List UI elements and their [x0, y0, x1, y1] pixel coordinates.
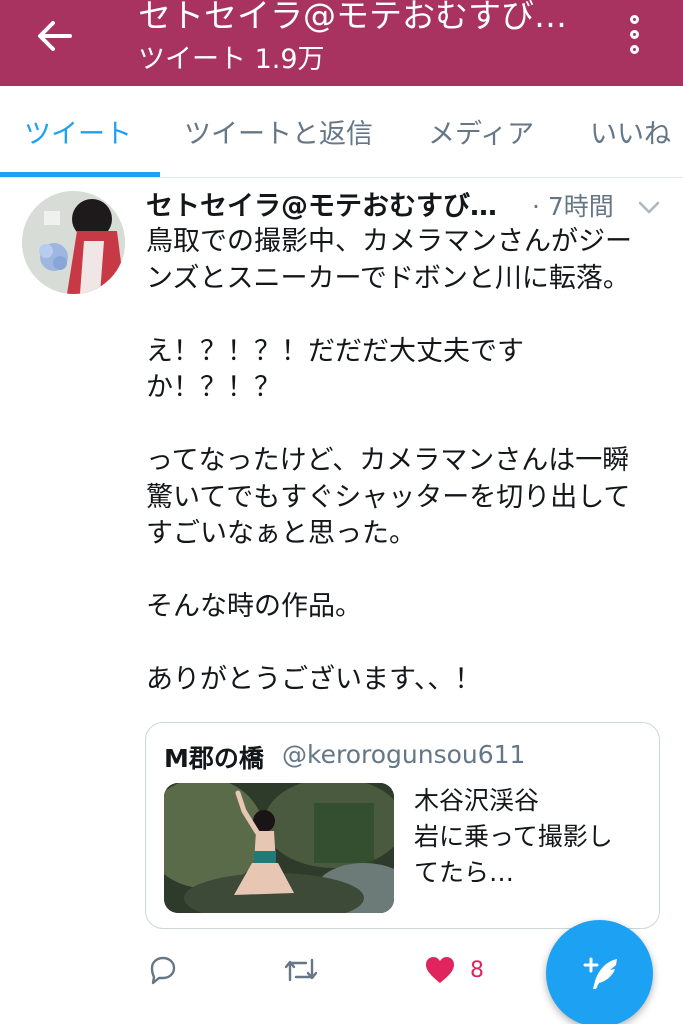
like-button[interactable]: 8 [424, 952, 484, 988]
active-tab-indicator [0, 172, 160, 177]
tab-tweets[interactable]: ツイート [24, 112, 132, 151]
profile-tabs: ツイート ツイートと返信 メディア いいね [0, 86, 683, 178]
tweet-text-line: ってなったけど、カメラマンさんは一瞬 [146, 445, 630, 476]
chevron-down-icon[interactable] [636, 196, 662, 218]
quoted-text-line: てたら… [414, 858, 515, 887]
like-count: 8 [470, 957, 484, 983]
tab-media[interactable]: メディア [428, 112, 534, 151]
profile-title: セトセイラ@モテおむすび… [138, 0, 567, 35]
quoted-author-name: M郡の橋 [164, 744, 264, 773]
overflow-menu-button[interactable] [619, 10, 649, 58]
tweet-text-line [146, 626, 666, 663]
tweet-text-line: そんな時の作品。 [146, 591, 362, 622]
back-button[interactable] [30, 14, 78, 58]
heart-icon [426, 957, 454, 983]
compose-tweet-icon [583, 957, 617, 989]
tab-likes[interactable]: いいね [590, 112, 671, 151]
tweet-text: 鳥取での撮影中、カメラマンさんがジー ンズとスニーカーでドボンと川に転落。 え！… [146, 224, 666, 699]
tweet-count: ツイート 1.9万 [138, 44, 325, 75]
tweet-text-line: か！？！？ [146, 372, 281, 403]
retweet-icon [284, 958, 318, 982]
avatar-photo [22, 191, 125, 294]
overflow-menu-icon [629, 29, 639, 39]
tweet-text-line [146, 553, 666, 590]
tweet-text-line [146, 407, 666, 444]
app-bar: セトセイラ@モテおむすび… ツイート 1.9万 [0, 0, 683, 86]
avatar[interactable] [22, 191, 125, 294]
quoted-media-thumbnail[interactable] [164, 783, 394, 913]
back-arrow-icon [38, 21, 72, 51]
tweet-author-name[interactable]: セトセイラ@モテおむすび… [146, 188, 516, 226]
tab-tweets-and-replies[interactable]: ツイートと返信 [184, 112, 373, 151]
overflow-menu-icon [629, 44, 639, 54]
tweet-timestamp: · 7時間 [532, 192, 614, 221]
tweet-text-line: ンズとスニーカーでドボンと川に転落。 [146, 262, 630, 294]
quoted-text-line: 木谷沢渓谷 [414, 786, 540, 815]
compose-tweet-button[interactable] [546, 920, 653, 1024]
overflow-menu-icon [629, 14, 639, 24]
retweet-button[interactable] [282, 952, 320, 988]
tweet-text-line: ありがとうございます、、！ [146, 664, 482, 695]
tweet-text-line: すごいなぁと思った。 [146, 518, 416, 549]
tweet-text-line: 鳥取での撮影中、カメラマンさんがジー [146, 226, 632, 257]
tweet-text-line: 驚いてでもすぐシャッターを切り出して [146, 481, 631, 513]
quoted-tweet-card[interactable]: M郡の橋 @kerorogunsou611 木谷沢渓谷 岩に乗って撮影し てたら… [145, 722, 660, 929]
reply-icon [150, 956, 176, 985]
reply-button[interactable] [146, 952, 178, 988]
quoted-author-handle: @kerorogunsou611 [282, 740, 526, 769]
quoted-photo [164, 783, 394, 913]
quoted-text-line: 岩に乗って撮影し [414, 822, 613, 851]
quoted-tweet-text: 木谷沢渓谷 岩に乗って撮影し てたら… [414, 783, 654, 891]
tweet-text-line: え！？！？！だだだ大丈夫です [146, 335, 524, 367]
tweet-text-line [146, 297, 666, 334]
